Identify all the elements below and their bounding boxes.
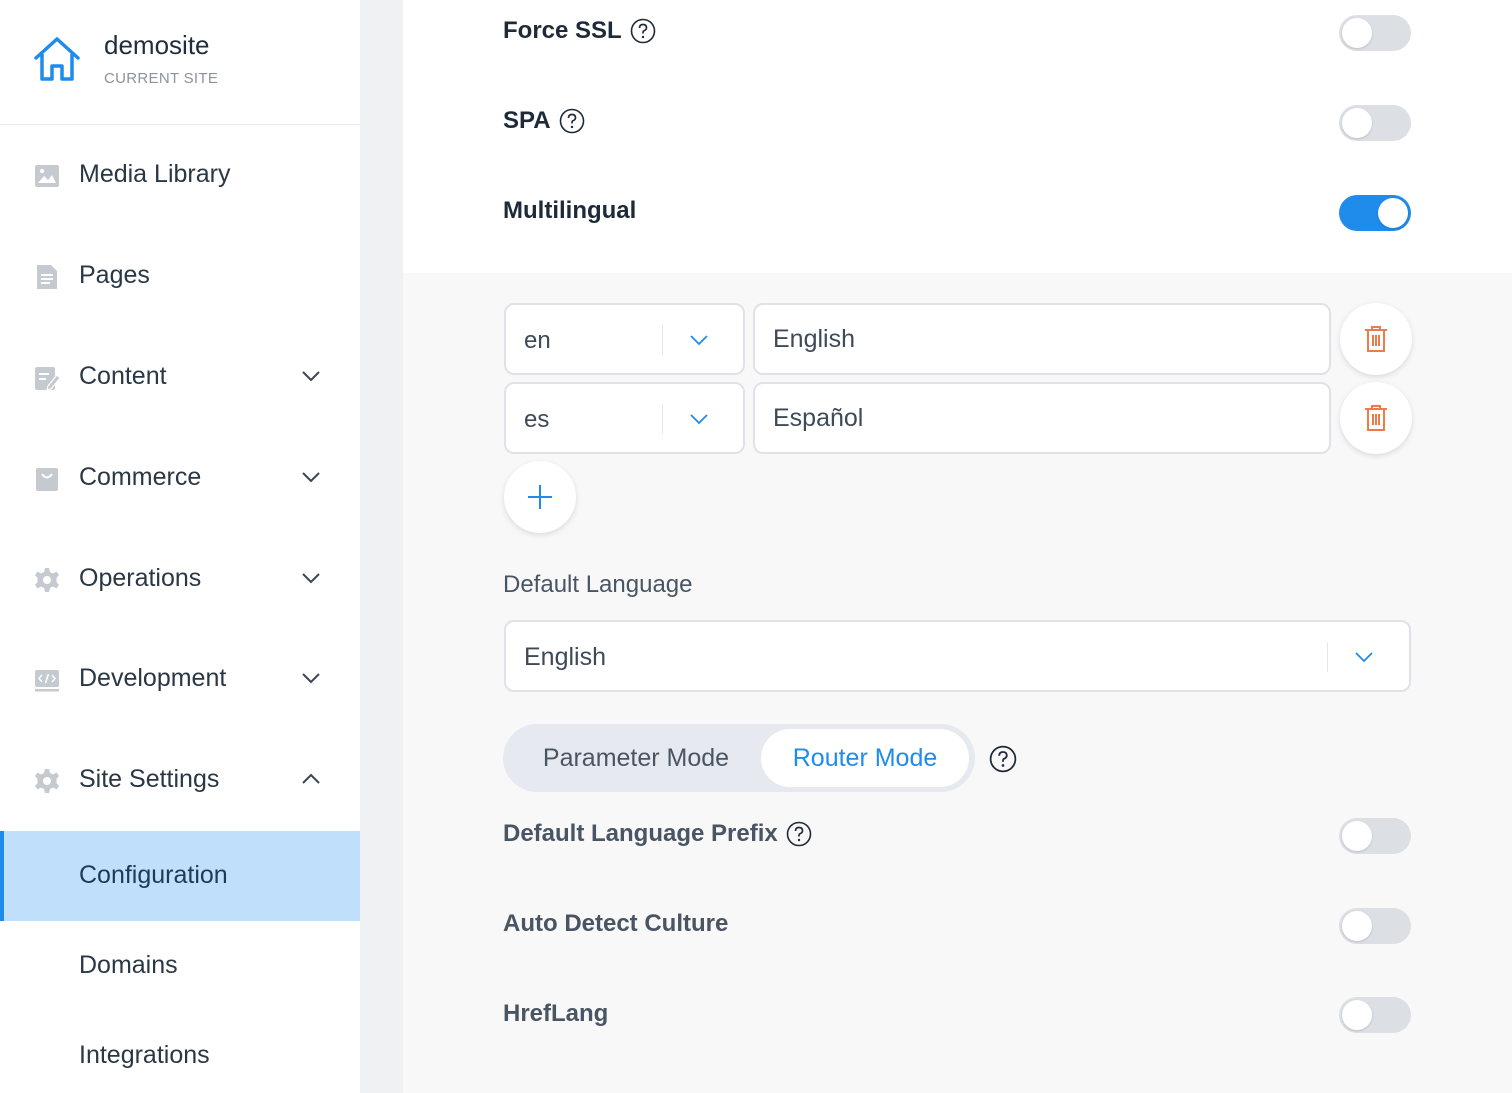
sidebar-subitem-label: Integrations [79,1041,210,1069]
help-icon[interactable] [786,821,812,847]
auto-detect-culture-label: Auto Detect Culture [503,910,729,937]
sidebar-item-operations[interactable]: Operations [0,534,360,624]
help-icon[interactable] [630,18,656,44]
sidebar-item-label: Site Settings [79,765,220,793]
sidebar-subitem-domains[interactable]: Domains [0,921,360,1011]
add-language-button[interactable] [504,461,576,533]
sidebar-subitem-label: Domains [79,951,178,979]
multilingual-label: Multilingual [503,197,637,224]
parameter-mode-option[interactable]: Parameter Mode [511,729,761,787]
sidebar-item-site-settings[interactable]: Site Settings [0,735,360,825]
spa-row: SPA [503,107,585,135]
toggle-knob [1342,821,1372,851]
chevron-down-icon [1355,652,1373,663]
chevron-down-icon [302,371,320,382]
hreflang-label: HrefLang [503,1000,609,1027]
default-language-label: Default Language [503,571,693,598]
help-icon[interactable] [559,108,585,134]
default-language-value: English [524,643,606,671]
home-icon [34,37,80,81]
default-language-select[interactable]: English [504,620,1411,692]
chevron-down-icon [690,414,708,425]
chevron-down-icon [302,673,320,684]
hreflang-row: HrefLang [503,1000,608,1028]
language-code-value: en [524,327,551,354]
spa-label: SPA [503,107,551,134]
sidebar-item-label: Operations [79,564,202,592]
sidebar-item-development[interactable]: Development [0,634,360,724]
select-divider [662,404,663,434]
force-ssl-row: Force SSL [503,17,656,45]
sidebar-item-label: Content [79,362,167,390]
default-language-prefix-label: Default Language Prefix [503,820,778,847]
chevron-up-icon [302,773,320,784]
chevron-down-icon [690,335,708,346]
toggle-knob [1342,911,1372,941]
multilingual-toggle[interactable] [1339,195,1411,231]
select-divider [662,325,663,355]
sidebar-item-label: Commerce [79,463,202,491]
router-mode-option[interactable]: Router Mode [761,729,969,787]
language-code-select[interactable]: en [504,303,745,375]
general-settings-panel: Force SSL SPA Multilingual [403,0,1512,273]
sidebar-item-media-library[interactable]: Media Library [0,130,360,220]
chevron-down-icon [302,573,320,584]
auto-detect-culture-row: Auto Detect Culture [503,910,728,938]
default-language-prefix-toggle[interactable] [1339,818,1411,854]
toggle-knob [1342,1000,1372,1030]
trash-icon [1365,326,1387,352]
configuration-panel: Force SSL SPA Multilingual en English es… [403,0,1512,1093]
bag-icon [36,468,58,491]
force-ssl-label: Force SSL [503,17,622,44]
image-icon [35,165,59,187]
sidebar-item-pages[interactable]: Pages [0,231,360,321]
content-icon [35,367,60,391]
language-name-input[interactable] [753,303,1331,375]
site-switcher[interactable]: demosite CURRENT SITE [0,0,360,125]
sidebar-item-label: Pages [79,261,150,289]
multilingual-row: Multilingual [503,197,636,225]
chevron-down-icon [302,472,320,483]
force-ssl-toggle[interactable] [1339,15,1411,51]
toggle-knob [1342,108,1372,138]
default-language-prefix-row: Default Language Prefix [503,820,812,848]
toggle-knob [1378,198,1408,228]
sidebar-item-label: Development [79,664,227,692]
sidebar-item-commerce[interactable]: Commerce [0,433,360,523]
toggle-knob [1342,18,1372,48]
auto-detect-culture-toggle[interactable] [1339,908,1411,944]
plus-icon [528,485,552,509]
select-divider [1327,642,1328,672]
mode-switch: Parameter Mode Router Mode [503,724,975,792]
delete-language-button[interactable] [1340,382,1412,454]
site-subtitle: CURRENT SITE [104,70,219,87]
spa-toggle[interactable] [1339,105,1411,141]
delete-language-button[interactable] [1340,303,1412,375]
sidebar-subitem-configuration[interactable]: Configuration [0,831,360,921]
sidebar-subitem-label: Configuration [79,861,228,889]
language-code-value: es [524,406,550,433]
sidebar: demosite CURRENT SITE Media Library Page… [0,0,360,1093]
sidebar-item-label: Media Library [79,160,231,188]
hreflang-toggle[interactable] [1339,997,1411,1033]
language-name-input[interactable] [753,382,1331,454]
gear-icon [35,769,59,793]
language-code-select[interactable]: es [504,382,745,454]
trash-icon [1365,405,1387,431]
sidebar-item-content[interactable]: Content [0,332,360,422]
sidebar-subitem-integrations[interactable]: Integrations [0,1011,360,1093]
page-icon [37,265,57,289]
code-icon [35,670,59,692]
site-name: demosite [104,30,210,60]
help-icon[interactable] [989,745,1017,773]
gear-icon [35,568,59,592]
